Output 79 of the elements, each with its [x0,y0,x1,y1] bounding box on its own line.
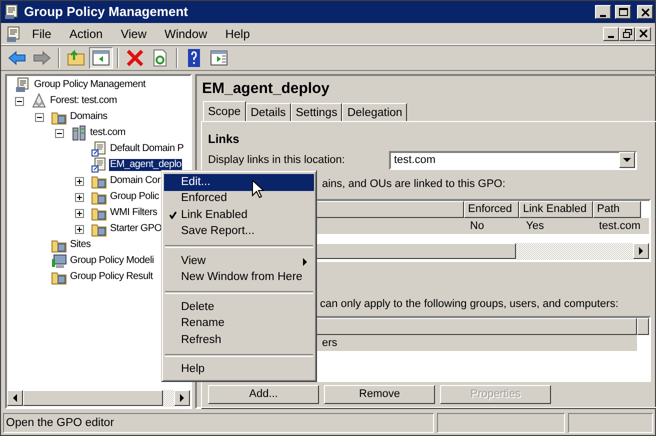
section-heading: Links [208,131,240,148]
tree-item[interactable]: Group Policy Modeli [69,255,155,267]
restore-button[interactable] [619,26,635,40]
location-dropdown[interactable]: test.com [389,150,637,170]
maximize-icon[interactable] [618,6,628,18]
column-header[interactable]: Enforced [464,201,519,218]
table-cell-text: ers [322,336,338,350]
submenu-arrow-icon [303,258,307,266]
computer-icon [51,253,67,269]
tree-item[interactable]: Domains [69,111,108,123]
restore-icon[interactable] [622,28,632,39]
tree-item[interactable]: Group Policy Management [33,79,146,91]
tree-item[interactable]: test.com [89,127,126,139]
tree-item[interactable]: Domain Cor [109,175,162,187]
column-header[interactable] [637,318,649,335]
column-header[interactable]: Path [593,201,641,218]
close-button[interactable] [637,5,653,19]
table-cell-text: Yes [526,219,545,234]
table-cell-text: No [470,219,486,234]
dropdown-arrow-icon[interactable] [623,158,631,163]
tree-item[interactable]: WMI Filters [109,207,158,219]
collapse-icon[interactable] [15,96,24,106]
forest-icon [31,93,47,109]
menu-item[interactable]: Action [60,24,112,42]
close-button[interactable] [635,26,651,40]
button[interactable]: Remove [324,384,435,404]
tree-item[interactable]: Forest: test.com [49,95,118,107]
tab[interactable]: Details [246,103,291,121]
server-icon [71,125,87,141]
tab[interactable]: Delegation [342,103,408,121]
tree-item[interactable]: EM_agent_deplo [109,159,182,171]
expand-icon[interactable] [75,208,84,218]
button[interactable]: Add... [208,384,319,404]
console-icon [15,77,31,93]
menu-item[interactable]: Edit... [164,174,314,190]
tab[interactable]: Scope [203,101,246,121]
description-text: can only apply to the following groups, users, and computers: [320,297,618,312]
menu-item[interactable]: Window [156,24,216,42]
minimize-button[interactable] [603,26,619,40]
close-icon[interactable] [640,6,650,18]
minimize-button[interactable] [595,5,611,19]
menu-item[interactable]: Enforced [164,190,314,207]
close-icon[interactable] [638,28,648,39]
status-text: Open the GPO editor [3,413,434,433]
tree-item[interactable]: Group Policy Result [69,271,154,283]
horizontal-scrollbar[interactable] [7,390,190,407]
menu-item[interactable]: File [23,24,60,42]
collapse-icon[interactable] [55,128,64,138]
menu-item[interactable]: View [112,24,156,42]
scroll-icon [91,141,107,157]
console-icon [4,4,20,20]
scroll-left-icon[interactable] [12,394,18,402]
menu-item[interactable]: Help [216,24,259,42]
gpo-title: EM_agent_deploy [202,80,331,98]
menu-item[interactable]: Rename [164,316,314,332]
window-title: Group Policy Management [24,3,189,22]
tree-item[interactable]: Group Polic [109,191,160,203]
expand-icon[interactable] [75,224,84,234]
tree-item[interactable]: Starter GPO [109,223,163,235]
column-header[interactable]: Link Enabled [519,201,593,218]
expand-icon[interactable] [75,192,84,202]
scroll-right-icon[interactable] [179,394,185,402]
table-cell-text: test.com [599,219,642,234]
tab[interactable]: Settings [290,103,342,121]
field-label: Display links in this location: [208,153,346,168]
menu-item[interactable]: Help [164,362,314,378]
description-text: ains, and OUs are linked to this GPO: [322,176,506,192]
expand-icon[interactable] [75,176,84,186]
scroll-icon [91,157,107,173]
mouse-cursor-icon [252,180,264,199]
menu-item[interactable]: New Window from Here [164,270,314,286]
tree-item[interactable]: Sites [69,239,92,251]
maximize-button[interactable] [615,5,631,19]
check-icon [169,211,177,219]
collapse-icon[interactable] [35,112,44,122]
menu-item[interactable]: View [164,253,314,270]
menu-item[interactable]: Delete [164,299,314,316]
scroll-right-icon[interactable] [638,247,644,256]
tree-item[interactable]: Default Domain P [109,143,185,155]
